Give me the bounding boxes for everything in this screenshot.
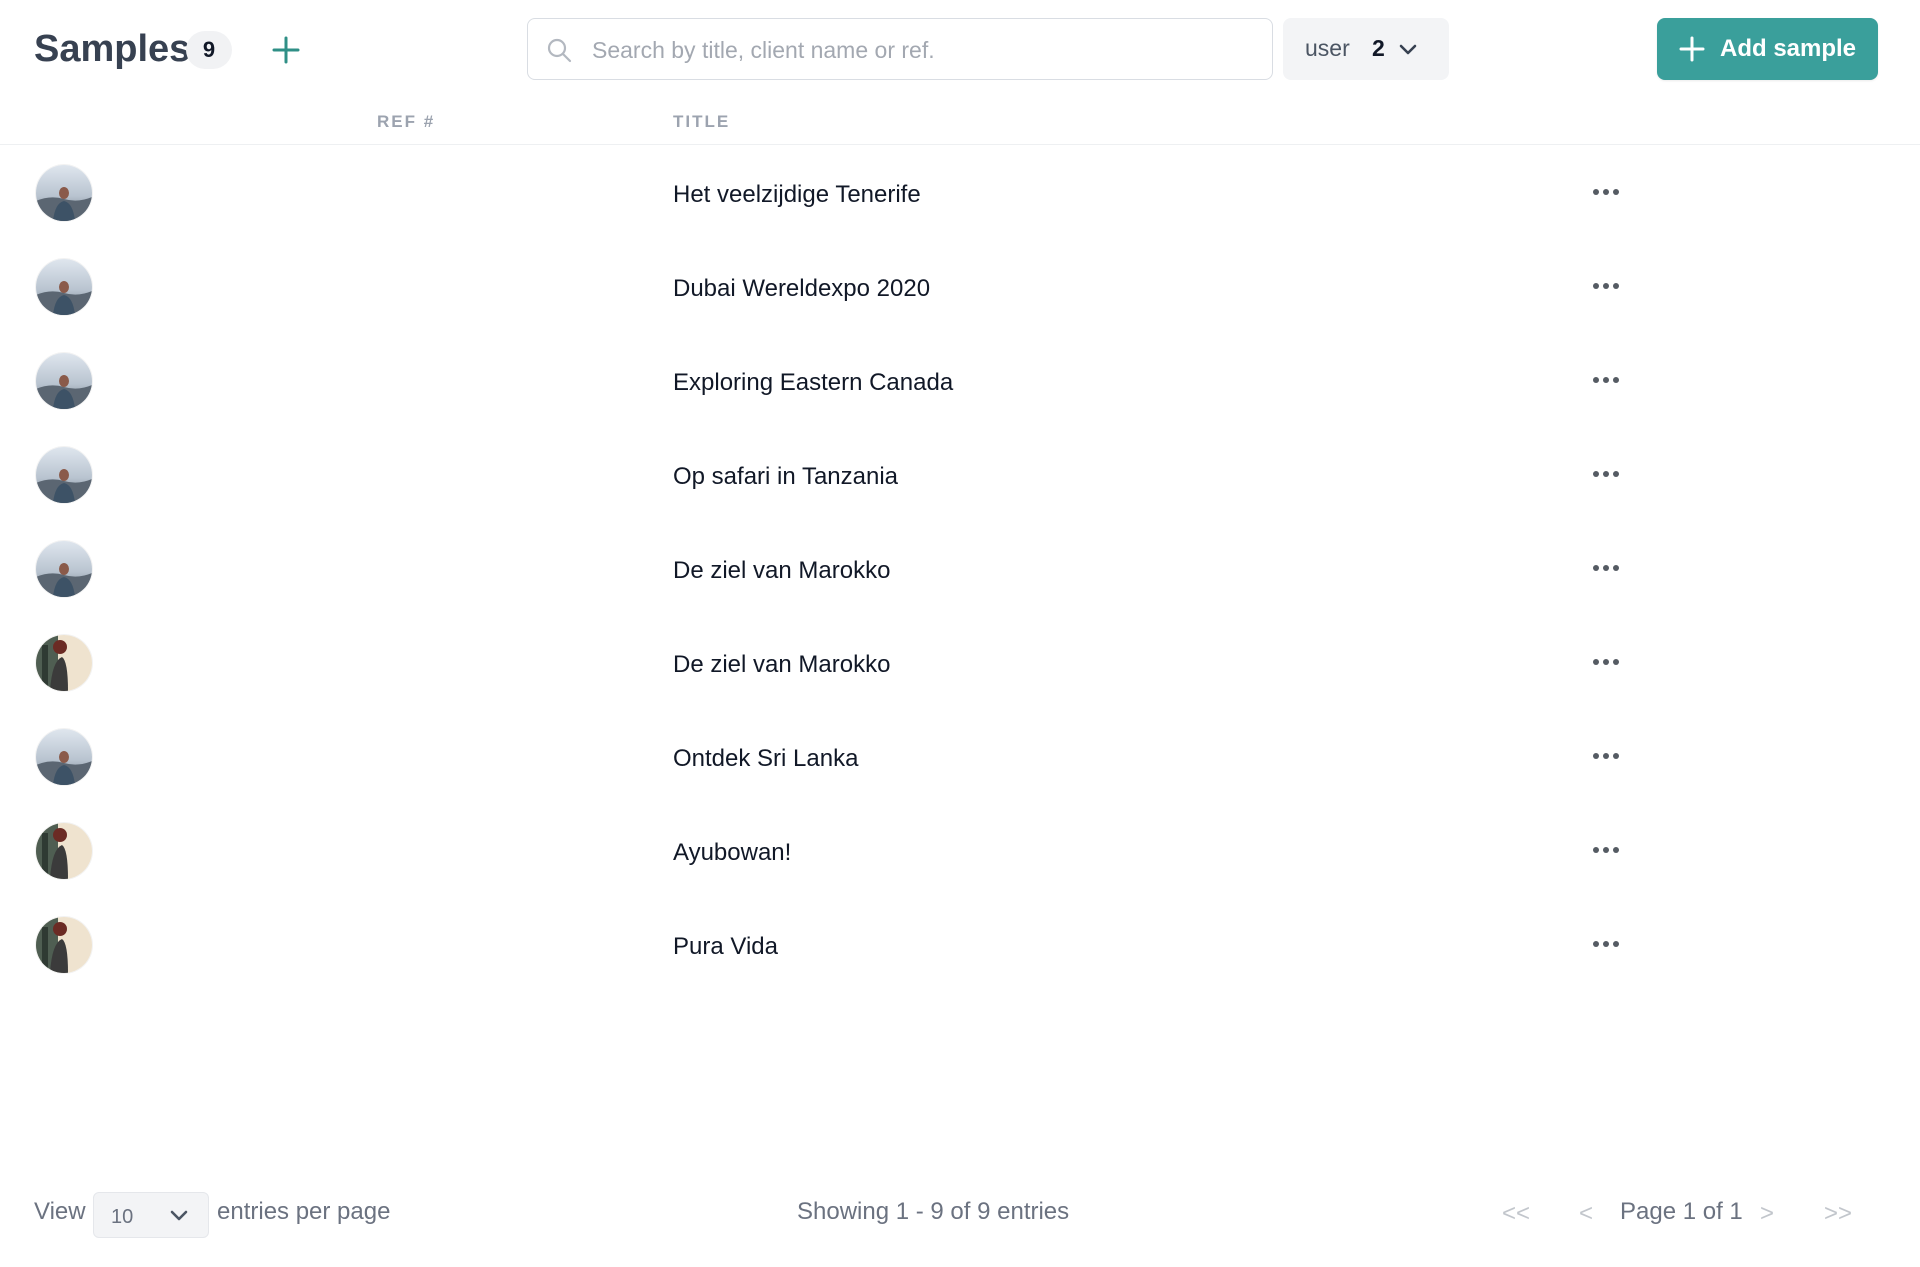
avatar [36,259,92,315]
user-filter-dropdown[interactable]: user 2 [1283,18,1449,80]
row-title[interactable]: Exploring Eastern Canada [673,369,953,397]
avatar-photo [36,917,92,973]
row-actions-button[interactable] [1588,741,1624,771]
table-row[interactable]: De ziel van Marokko [0,617,1920,711]
per-page-value: 10 [111,1206,134,1228]
chevron-down-icon [1399,44,1417,55]
table-row[interactable]: Pura Vida [0,899,1920,993]
search-icon [547,38,572,63]
avatar-photo [36,541,92,597]
avatar-photo [36,259,92,315]
table-row[interactable]: De ziel van Marokko [0,523,1920,617]
avatar-photo [36,165,92,221]
more-horizontal-icon [1593,847,1619,853]
more-horizontal-icon [1593,941,1619,947]
more-horizontal-icon [1593,753,1619,759]
plus-icon [1679,36,1705,62]
next-page-button[interactable]: > [1760,1200,1774,1228]
more-horizontal-icon [1593,189,1619,195]
page-indicator: Page 1 of 1 [1620,1198,1743,1225]
table-row[interactable]: Dubai Wereldexpo 2020 [0,241,1920,335]
first-page-button[interactable]: << [1502,1200,1530,1228]
add-sample-button[interactable]: Add sample [1657,18,1878,80]
row-title[interactable]: Pura Vida [673,933,778,961]
row-actions-button[interactable] [1588,553,1624,583]
row-title[interactable]: Ayubowan! [673,839,791,867]
avatar [36,729,92,785]
avatar [36,165,92,221]
prev-page-button[interactable]: < [1579,1200,1593,1228]
avatar-photo [36,823,92,879]
avatar-photo [36,635,92,691]
avatar-photo [36,353,92,409]
row-title[interactable]: Het veelzijdige Tenerife [673,181,921,209]
avatar [36,541,92,597]
page-header: Samples 9 user 2 Add sample [0,0,1920,100]
table-row[interactable]: Ontdek Sri Lanka [0,711,1920,805]
row-actions-button[interactable] [1588,835,1624,865]
more-horizontal-icon [1593,283,1619,289]
avatar [36,353,92,409]
more-horizontal-icon [1593,377,1619,383]
quick-add-button[interactable] [270,30,302,70]
avatar [36,635,92,691]
row-title[interactable]: De ziel van Marokko [673,651,890,679]
table-row[interactable]: Ayubowan! [0,805,1920,899]
more-horizontal-icon [1593,565,1619,571]
row-title[interactable]: De ziel van Marokko [673,557,890,585]
avatar [36,447,92,503]
table-row[interactable]: Het veelzijdige Tenerife [0,147,1920,241]
row-actions-button[interactable] [1588,647,1624,677]
search-box[interactable] [527,18,1273,81]
user-filter-value: 2 [1372,35,1385,61]
row-actions-button[interactable] [1588,929,1624,959]
row-title[interactable]: Op safari in Tanzania [673,463,898,491]
avatar [36,823,92,879]
samples-table-body: Het veelzijdige Tenerife Dubai Wereldexp… [0,147,1920,993]
view-label: View [34,1198,86,1225]
plus-icon [272,36,300,64]
row-actions-button[interactable] [1588,271,1624,301]
user-filter-label: user [1305,35,1350,61]
table-row[interactable]: Exploring Eastern Canada [0,335,1920,429]
last-page-button[interactable]: >> [1824,1200,1852,1228]
row-title[interactable]: Dubai Wereldexpo 2020 [673,275,930,303]
column-header-title[interactable]: TITLE [673,112,730,132]
column-header-ref[interactable]: REF # [377,112,435,132]
page-title: Samples [34,28,191,70]
table-row[interactable]: Op safari in Tanzania [0,429,1920,523]
chevron-down-icon [170,1210,188,1221]
avatar-photo [36,447,92,503]
avatar [36,917,92,973]
entries-summary: Showing 1 - 9 of 9 entries [797,1198,1070,1225]
pagination-footer: View 10 entries per page Showing 1 - 9 o… [0,1180,1920,1240]
avatar-photo [36,729,92,785]
table-header: REF # TITLE [0,100,1920,145]
row-actions-button[interactable] [1588,365,1624,395]
row-actions-button[interactable] [1588,177,1624,207]
per-page-select[interactable]: 10 [93,1192,209,1238]
count-badge: 9 [186,31,232,69]
row-title[interactable]: Ontdek Sri Lanka [673,745,858,773]
per-page-label: entries per page [217,1198,391,1225]
more-horizontal-icon [1593,659,1619,665]
search-input[interactable] [590,19,1254,81]
row-actions-button[interactable] [1588,459,1624,489]
more-horizontal-icon [1593,471,1619,477]
add-sample-label: Add sample [1720,35,1857,62]
